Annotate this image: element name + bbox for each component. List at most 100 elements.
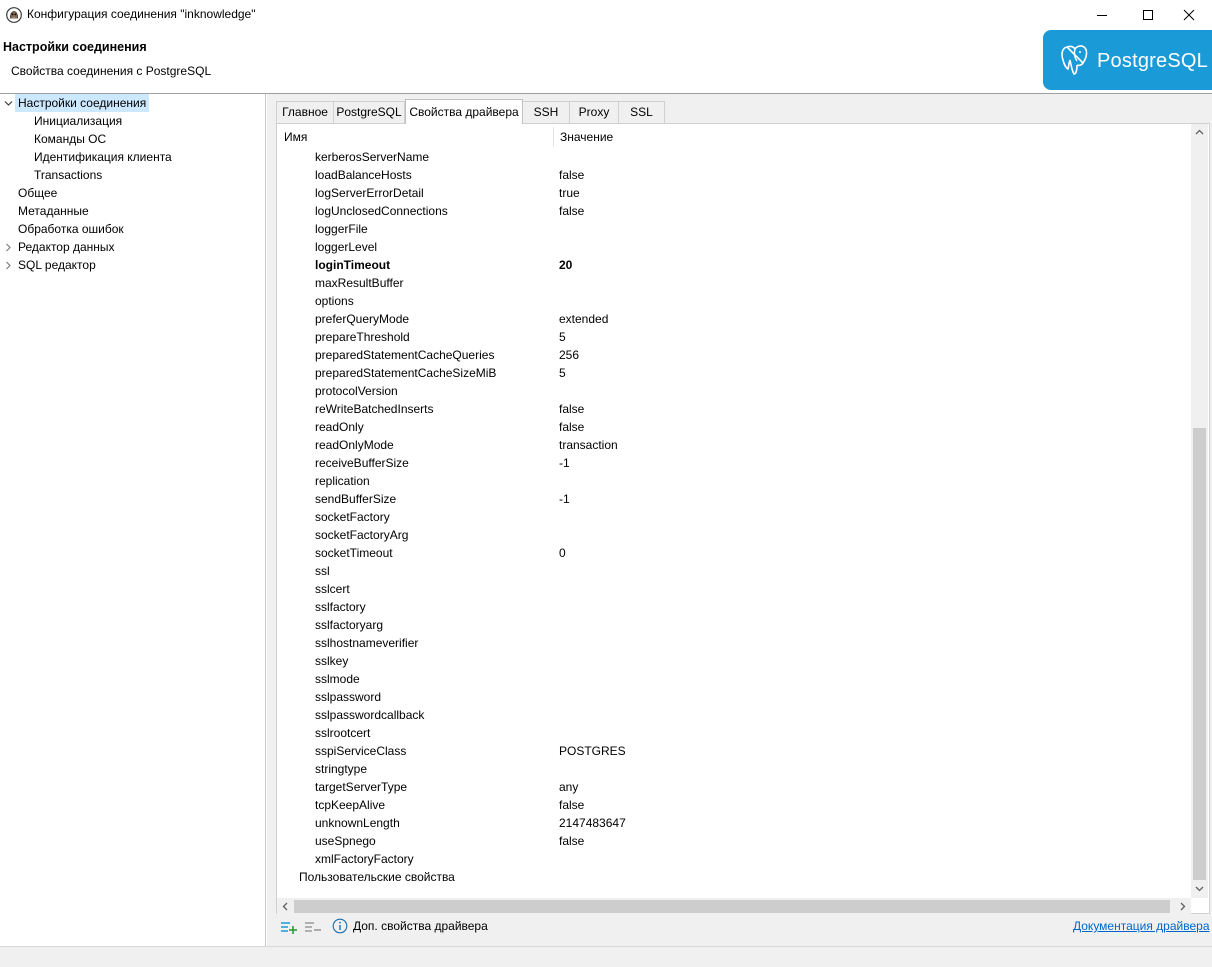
property-value[interactable]: any (559, 778, 578, 796)
table-row[interactable]: logUnclosedConnections false (0, 202, 1190, 220)
property-value[interactable]: false (559, 202, 584, 220)
table-row[interactable]: useSpnego false (0, 832, 1190, 850)
property-name: preferQueryMode (315, 312, 410, 326)
table-row[interactable]: sslpasswordcallback (0, 706, 1190, 724)
property-value[interactable]: false (559, 166, 584, 184)
table-row[interactable]: maxResultBuffer (0, 274, 1190, 292)
property-value[interactable]: true (559, 184, 580, 202)
user-properties-group[interactable]: Пользовательские свойства (0, 868, 1190, 886)
table-row[interactable]: preferQueryMode extended (0, 310, 1190, 328)
table-row[interactable]: sslfactoryarg (0, 616, 1190, 634)
table-row[interactable]: sslpassword (0, 688, 1190, 706)
table-row[interactable]: stringtype (0, 760, 1190, 778)
table-row[interactable]: sslfactory (0, 598, 1190, 616)
column-header-name[interactable]: Имя (284, 129, 307, 147)
table-row[interactable]: protocolVersion (0, 382, 1190, 400)
table-row[interactable]: receiveBufferSize -1 (0, 454, 1190, 472)
add-property-icon (281, 922, 297, 934)
maximize-button[interactable] (1125, 0, 1171, 30)
property-value[interactable]: false (559, 418, 584, 436)
property-name: loginTimeout (315, 258, 391, 272)
property-name: loggerLevel (315, 240, 378, 254)
table-row[interactable]: loadBalanceHosts false (0, 166, 1190, 184)
table-row[interactable]: prepareThreshold 5 (0, 328, 1190, 346)
remove-property-button[interactable] (304, 918, 322, 936)
property-name: maxResultBuffer (315, 276, 404, 290)
table-row[interactable]: sendBufferSize -1 (0, 490, 1190, 508)
table-row[interactable]: socketFactoryArg (0, 526, 1190, 544)
scroll-up-button[interactable] (1191, 124, 1208, 141)
property-value[interactable]: 256 (559, 346, 579, 364)
table-row[interactable]: reWriteBatchedInserts false (0, 400, 1190, 418)
property-name: useSpnego (315, 834, 376, 848)
scroll-left-button[interactable] (277, 898, 294, 915)
horizontal-scroll-thumb[interactable] (294, 900, 1170, 913)
property-value[interactable]: extended (559, 310, 608, 328)
nav-item-os-commands[interactable]: Команды ОС (34, 130, 106, 148)
tab-ssh[interactable]: SSH (522, 101, 570, 123)
window-title: Конфигурация соединения "inknowledge" (27, 7, 256, 21)
property-value[interactable]: 5 (559, 328, 566, 346)
column-header-value[interactable]: Значение (560, 129, 613, 147)
property-value[interactable]: transaction (559, 436, 618, 454)
table-row[interactable]: kerberosServerName (0, 148, 1190, 166)
table-row[interactable]: sspiServiceClass POSTGRES (0, 742, 1190, 760)
property-value[interactable]: POSTGRES (559, 742, 626, 760)
column-divider[interactable] (553, 127, 554, 147)
property-value[interactable]: 5 (559, 364, 566, 382)
table-row[interactable]: targetServerType any (0, 778, 1190, 796)
tab-main[interactable]: Главное (276, 101, 334, 123)
table-row[interactable]: loggerLevel (0, 238, 1190, 256)
minimize-button[interactable] (1079, 0, 1125, 30)
table-row[interactable]: tcpKeepAlive false (0, 796, 1190, 814)
scroll-right-button[interactable] (1174, 898, 1191, 915)
property-name: stringtype (315, 762, 368, 776)
table-row[interactable]: options (0, 292, 1190, 310)
property-value[interactable]: 2147483647 (559, 814, 626, 832)
tab-ssl[interactable]: SSL (618, 101, 665, 123)
table-row[interactable]: sslhostnameverifier (0, 634, 1190, 652)
maximize-icon (1143, 10, 1153, 20)
table-row[interactable]: socketFactory (0, 508, 1190, 526)
table-row[interactable]: sslcert (0, 580, 1190, 598)
property-value[interactable]: false (559, 796, 584, 814)
property-value[interactable]: -1 (559, 454, 570, 472)
table-row[interactable]: sslkey (0, 652, 1190, 670)
table-row[interactable]: logServerErrorDetail true (0, 184, 1190, 202)
table-row[interactable]: loginTimeout 20 (0, 256, 1190, 274)
property-name: sslpassword (315, 690, 382, 704)
close-button[interactable] (1166, 0, 1212, 30)
chevron-down-icon[interactable] (3, 94, 13, 112)
add-property-button[interactable] (280, 918, 298, 936)
tab-driver-properties[interactable]: Свойства драйвера (405, 99, 523, 124)
property-value[interactable]: 20 (559, 256, 572, 274)
nav-item-connection-settings[interactable]: Настройки соединения (0, 94, 266, 112)
property-value[interactable]: false (559, 400, 584, 418)
property-name: sslpasswordcallback (315, 708, 425, 722)
table-row[interactable]: unknownLength 2147483647 (0, 814, 1190, 832)
tab-postgresql[interactable]: PostgreSQL (333, 101, 405, 123)
driver-docs-link[interactable]: Документация драйвера (1073, 919, 1210, 933)
vertical-scroll-thumb[interactable] (1193, 428, 1206, 880)
property-name: preparedStatementCacheSizeMiB (315, 366, 497, 380)
nav-item-initialization[interactable]: Инициализация (34, 112, 122, 130)
nav-item-label: Настройки соединения (15, 94, 150, 112)
table-row[interactable]: ssl (0, 562, 1190, 580)
tab-proxy[interactable]: Proxy (569, 101, 619, 123)
table-row[interactable]: xmlFactoryFactory (0, 850, 1190, 868)
table-row[interactable]: socketTimeout 0 (0, 544, 1190, 562)
table-row[interactable]: preparedStatementCacheSizeMiB 5 (0, 364, 1190, 382)
table-row[interactable]: preparedStatementCacheQueries 256 (0, 346, 1190, 364)
table-row[interactable]: readOnlyMode transaction (0, 436, 1190, 454)
table-row[interactable]: sslmode (0, 670, 1190, 688)
property-value[interactable]: false (559, 832, 584, 850)
table-row[interactable]: replication (0, 472, 1190, 490)
table-row[interactable]: readOnly false (0, 418, 1190, 436)
scroll-down-button[interactable] (1191, 880, 1208, 897)
property-value[interactable]: -1 (559, 490, 570, 508)
property-name: replication (315, 474, 370, 488)
table-row[interactable]: loggerFile (0, 220, 1190, 238)
property-name: preparedStatementCacheQueries (315, 348, 495, 362)
property-value[interactable]: 0 (559, 544, 566, 562)
table-row[interactable]: sslrootcert (0, 724, 1190, 742)
